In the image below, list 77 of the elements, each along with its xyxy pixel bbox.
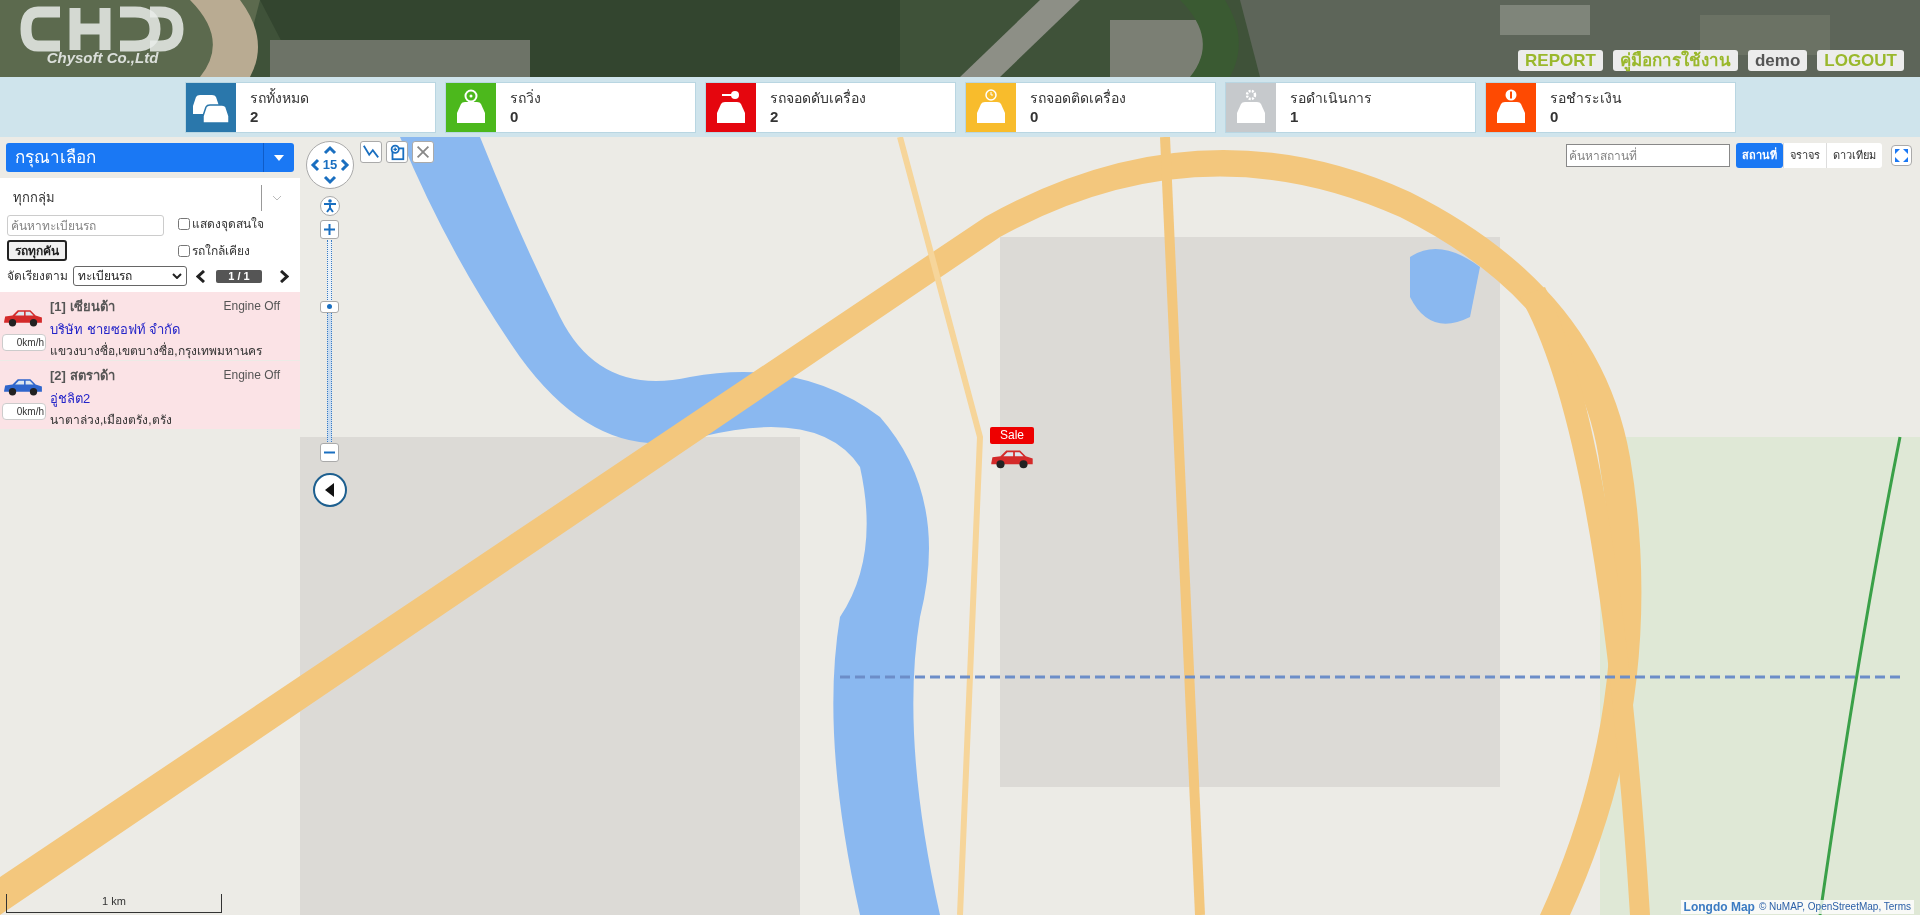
sort-select[interactable]: ทะเบียนรถ bbox=[73, 266, 187, 286]
status-count: 0 bbox=[510, 107, 520, 126]
zoom-box-icon bbox=[388, 143, 406, 161]
status-card[interactable]: รอชำระเงิน 0 bbox=[1485, 81, 1736, 133]
place-search-field[interactable]: ค้นหาสถานที่ bbox=[1566, 144, 1730, 167]
status-label: รถจอดดับเครื่อง bbox=[770, 88, 866, 108]
chevron-down-icon bbox=[172, 273, 182, 279]
fullscreen-button[interactable] bbox=[1891, 145, 1912, 166]
vehicle-row[interactable]: 0km/h [1] เซียนต้า Engine Off บริษัท ชายซอฟท์ จำกัด แขวงบางซื่อ,เขตบางซื่อ,กรุงเทพมหานคร bbox=[0, 292, 300, 360]
status-card[interactable]: รถจอดติดเครื่อง 0 bbox=[965, 81, 1216, 133]
previous-page-icon[interactable] bbox=[196, 269, 205, 283]
status-card[interactable]: รอดำเนินการ 1 bbox=[1225, 81, 1476, 133]
checkbox[interactable] bbox=[178, 218, 190, 230]
status-count: 1 bbox=[1290, 107, 1300, 126]
expand-icon bbox=[1894, 148, 1909, 163]
checkbox-label: รถใกล้เคียง bbox=[192, 243, 250, 260]
checkbox[interactable] bbox=[178, 245, 190, 257]
measure-line-button[interactable] bbox=[360, 141, 382, 163]
zoom-out-button[interactable] bbox=[320, 443, 339, 462]
zoom-in-button[interactable] bbox=[320, 220, 339, 239]
status-label: รถวิ่ง bbox=[510, 88, 541, 108]
plus-icon bbox=[324, 224, 335, 235]
person-icon bbox=[323, 199, 337, 213]
all-vehicles-button[interactable]: รถทุกคัน bbox=[7, 240, 67, 261]
speed-badge: 0km/h bbox=[2, 334, 46, 351]
chevron-down-icon bbox=[272, 195, 282, 201]
vehicle-name: [1] เซียนต้า bbox=[50, 298, 115, 316]
logo-icon bbox=[20, 4, 185, 54]
company-link[interactable]: บริษัท ชายซอฟท์ จำกัด bbox=[50, 319, 280, 339]
vehicle-select[interactable]: กรุณาเลือก bbox=[6, 143, 294, 172]
location-text: นาตาล่วง,เมืองตรัง,ตรัง bbox=[50, 412, 173, 429]
car-clock-icon bbox=[974, 89, 1008, 125]
zoom-level: 15 bbox=[322, 156, 338, 175]
user-name[interactable]: demo bbox=[1747, 50, 1808, 71]
map-layer-tab[interactable]: สถานที่ bbox=[1736, 143, 1783, 168]
caret-icon bbox=[274, 154, 284, 161]
checkbox-label: แสดงจุดสนใจ bbox=[192, 216, 264, 233]
status-count: 0 bbox=[1550, 107, 1560, 126]
status-card[interactable]: รถจอดดับเครื่อง 2 bbox=[705, 81, 956, 133]
line-chart-icon bbox=[362, 143, 380, 161]
clear-button[interactable] bbox=[412, 141, 434, 163]
status-label: รอดำเนินการ bbox=[1290, 88, 1372, 108]
status-count: 2 bbox=[250, 107, 260, 126]
status-card[interactable]: รถทั้งหมด 2 bbox=[185, 81, 436, 133]
speed-badge: 0km/h bbox=[2, 403, 46, 420]
map-layer-tab[interactable]: จราจร bbox=[1783, 143, 1826, 168]
status-count: 0 bbox=[1030, 107, 1040, 126]
status-count: 2 bbox=[770, 107, 780, 126]
status-card[interactable]: รถวิ่ง 0 bbox=[445, 81, 696, 133]
status-label: รอชำระเงิน bbox=[1550, 88, 1622, 108]
status-label: รถจอดติดเครื่อง bbox=[1030, 88, 1126, 108]
map-layer-tab[interactable]: ดาวเทียม bbox=[1826, 143, 1882, 168]
zoom-area-button[interactable] bbox=[386, 141, 408, 163]
sort-label: จัดเรียงตาม bbox=[7, 268, 68, 285]
page-indicator: 1 / 1 bbox=[216, 269, 262, 283]
car-steering-icon bbox=[454, 89, 488, 125]
group-select[interactable]: ทุกกลุ่ม bbox=[7, 184, 292, 212]
attribution-text[interactable]: © NuMAP, OpenStreetMap, Terms bbox=[1758, 900, 1911, 914]
car-key-icon bbox=[714, 89, 748, 125]
map-logo: Longdo Map bbox=[1683, 900, 1755, 914]
car-coin-icon bbox=[1494, 89, 1528, 125]
pan-arrows-icon bbox=[310, 145, 350, 185]
triangle-left-icon bbox=[325, 483, 335, 497]
location-text: แขวงบางซื่อ,เขตบางซื่อ,กรุงเทพมหานคร bbox=[50, 342, 263, 360]
car-gear-icon bbox=[1234, 89, 1268, 125]
vehicle-name: [2] สตราด้า bbox=[50, 367, 115, 385]
engine-status: Engine Off bbox=[223, 298, 280, 315]
status-label: รถทั้งหมด bbox=[250, 88, 309, 108]
logo-text: Chysoft Co.,Ltd bbox=[46, 50, 159, 65]
engine-status: Engine Off bbox=[223, 367, 280, 384]
search-field[interactable]: ค้นหาทะเบียนรถ bbox=[7, 215, 164, 236]
scale-label: 1 km bbox=[102, 894, 126, 909]
company-link[interactable]: อู่ชลิต2 bbox=[50, 388, 280, 408]
next-page-icon[interactable] bbox=[280, 269, 289, 283]
vehicle-marker-label: Sale bbox=[990, 427, 1034, 444]
close-icon bbox=[414, 143, 432, 161]
vehicle-row[interactable]: 0km/h [2] สตราด้า Engine Off อู่ชลิต2 นาตาล่วง,เมืองตรัง,ตรัง bbox=[0, 361, 300, 429]
